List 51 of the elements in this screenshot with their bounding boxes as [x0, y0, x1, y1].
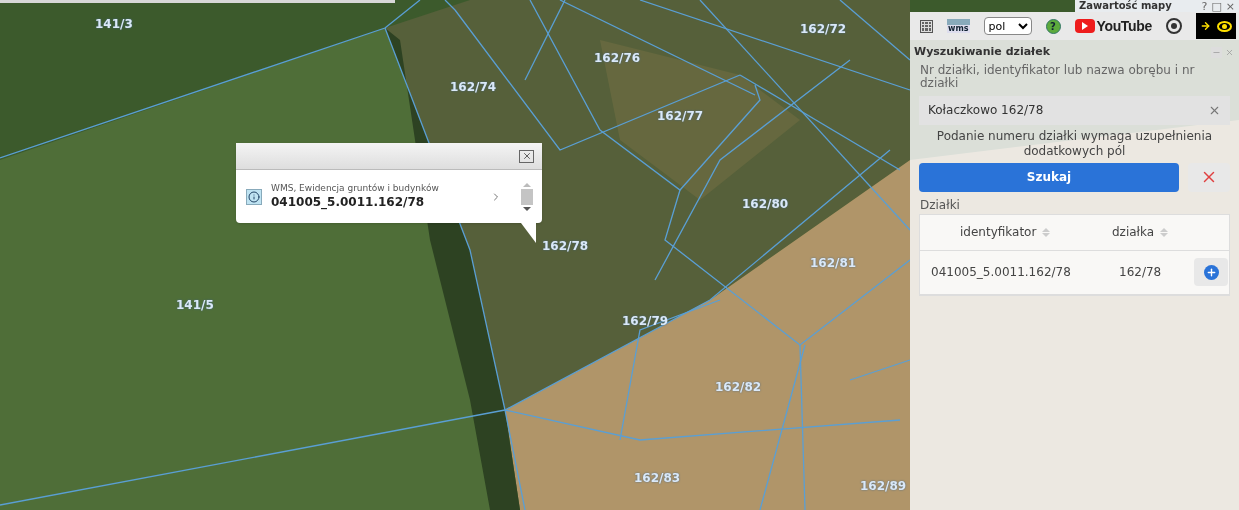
header-control[interactable]: □ — [1211, 0, 1222, 12]
youtube-logo[interactable]: YouTube — [1074, 19, 1152, 33]
eye-icon — [1216, 20, 1232, 32]
accessibility-icon[interactable] — [1165, 18, 1182, 34]
field-value: Kołaczkowo 162/78 — [928, 102, 1044, 119]
results-label: Działki — [919, 196, 961, 214]
table-cell-text: 041005_5.0011.162/78 — [931, 264, 1072, 281]
parcel-label: 162/89 — [860, 480, 907, 492]
parcel-label: 162/72 — [800, 23, 847, 35]
header-control[interactable]: ? — [1201, 0, 1208, 12]
add-button[interactable] — [1194, 258, 1228, 286]
parcel-label: 141/5 — [176, 299, 214, 311]
parcel-label: 162/80 — [742, 198, 789, 210]
language-select[interactable]: pol — [983, 17, 1032, 35]
column-header[interactable]: działka — [1112, 223, 1192, 241]
search-field[interactable]: Kołaczkowo 162/78 — [919, 95, 1230, 125]
parcel-label: 162/74 — [450, 81, 497, 93]
parcel-label: 162/79 — [622, 315, 669, 327]
cancel-button[interactable] — [1188, 162, 1230, 192]
parcel-label: 162/76 — [594, 52, 641, 64]
high-contrast-button[interactable] — [1195, 13, 1236, 39]
help-icon[interactable]: ? — [1045, 18, 1061, 34]
panel-title: Wyszukiwanie działek — [914, 44, 1050, 60]
search-button[interactable]: Szukaj — [919, 162, 1179, 192]
parcel-label: 162/77 — [657, 110, 704, 122]
parcel-label: 162/81 — [810, 257, 857, 269]
close-icon — [521, 151, 532, 161]
table-cell-text: 162/78 — [1119, 264, 1163, 281]
wms-icon[interactable]: wms — [947, 19, 970, 33]
parcel-label: 162/83 — [634, 472, 681, 484]
sort-icon — [1160, 227, 1169, 237]
sort-icon — [1042, 227, 1051, 237]
scrollbar[interactable] — [520, 182, 534, 211]
field-label: Nr działki, identyfikator lub nazwa obrębu i nr działki — [919, 63, 1196, 90]
panel-title: Zawartość mapy — [1079, 1, 1172, 11]
layer-name: WMS, Ewidencja gruntów i budynków — [271, 183, 440, 195]
youtube-text: YouTube — [1096, 19, 1152, 33]
info-icon — [246, 188, 262, 205]
parcel-label: 141/3 — [95, 18, 133, 30]
close-button[interactable] — [519, 149, 534, 163]
plus-icon — [1203, 264, 1219, 280]
arrow-right-icon — [1199, 20, 1211, 32]
column-header[interactable]: identyfikator — [960, 223, 1112, 241]
play-icon — [1074, 19, 1095, 33]
close-icon — [1225, 47, 1234, 57]
validation-message: Podanie numeru działki wymaga uzupełnienia dodatkowych pól — [935, 128, 1214, 159]
grid-icon[interactable] — [920, 19, 933, 33]
parcel-identifier: 041005_5.0011.162/78 — [271, 194, 426, 210]
parcel-label: 162/78 — [542, 240, 589, 252]
header-control[interactable]: × — [1225, 0, 1235, 12]
parcel-label: 162/82 — [715, 381, 762, 393]
